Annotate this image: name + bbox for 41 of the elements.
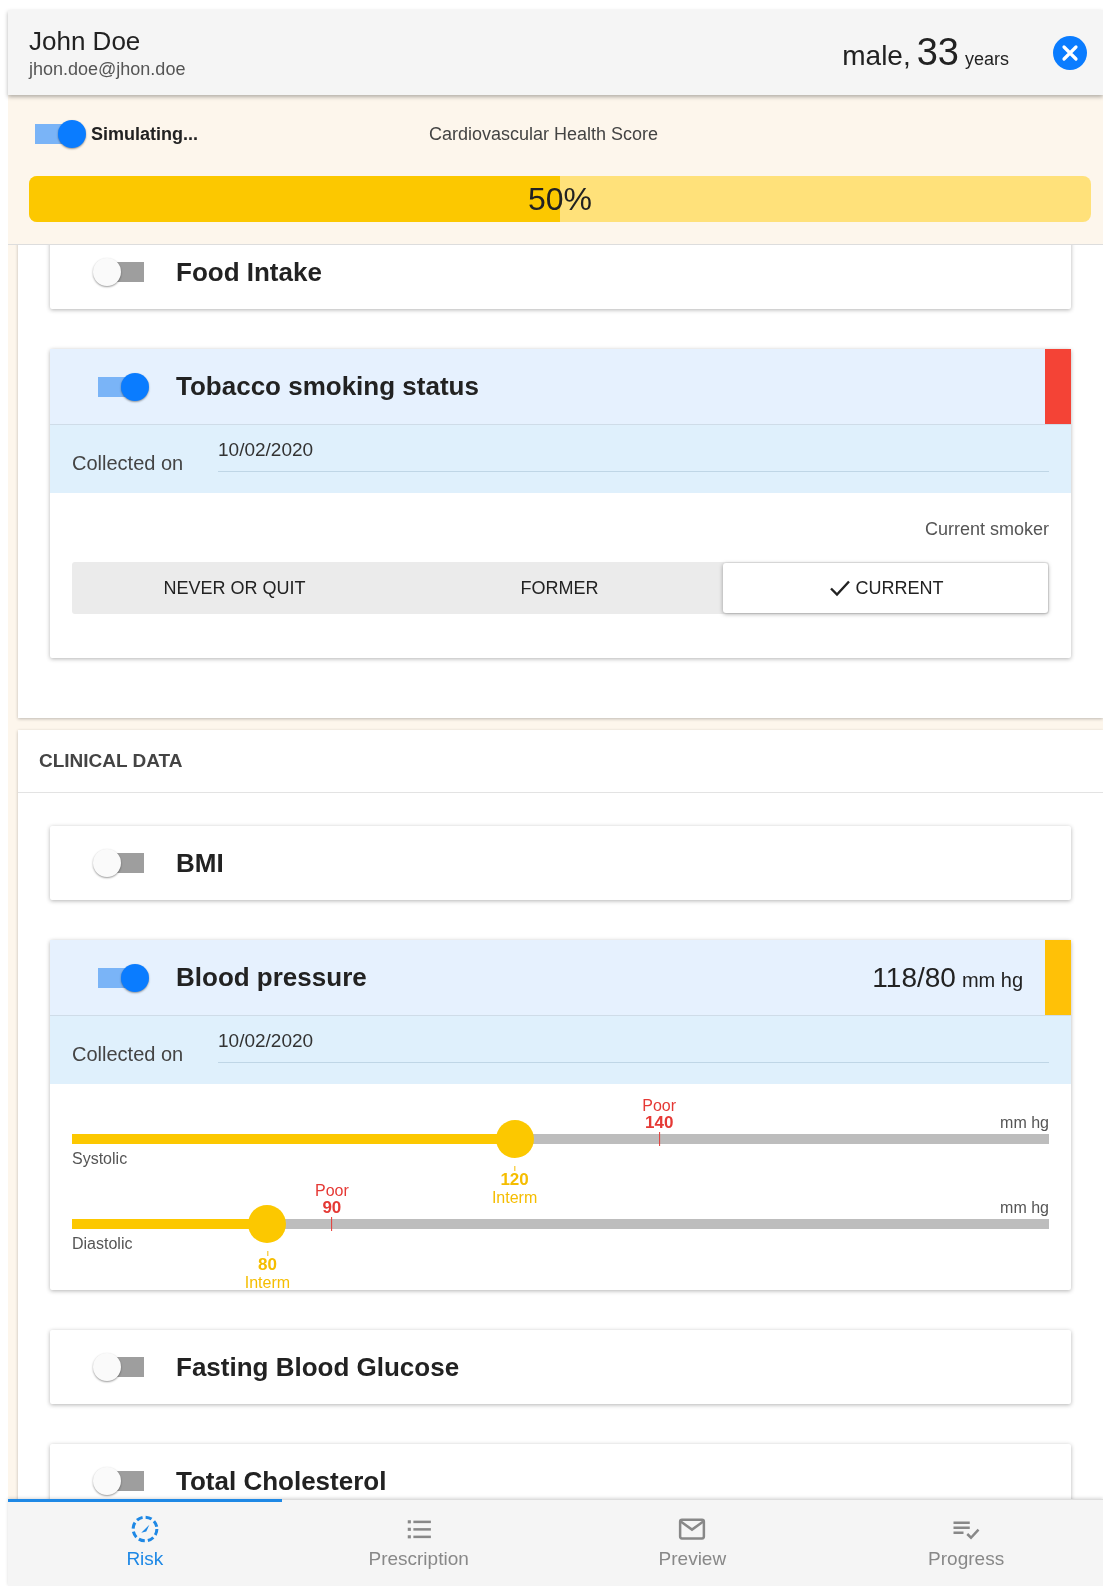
factor-title: Tobacco smoking status bbox=[176, 371, 480, 402]
option-button[interactable]: NEVER OR QUIT bbox=[72, 562, 397, 614]
score-title: Cardiovascular Health Score bbox=[429, 123, 659, 145]
patient-email: jhon.doe@jhon.doe bbox=[29, 58, 187, 80]
factor-title: Total Cholesterol bbox=[176, 1465, 388, 1497]
slider-unit: mm hg bbox=[1000, 1199, 1049, 1217]
patient-name: John Doe bbox=[29, 25, 142, 57]
collected-date-field[interactable]: 10/02/2020 bbox=[218, 1029, 1049, 1063]
collected-label: Collected on bbox=[72, 1042, 185, 1066]
slider-unit: mm hg bbox=[1000, 1114, 1049, 1132]
slider-thumb[interactable] bbox=[248, 1205, 287, 1243]
age-unit: years bbox=[965, 49, 1009, 70]
score-percent: 50% bbox=[527, 180, 592, 218]
reading-unit: mm hg bbox=[961, 968, 1023, 992]
section-heading: CLINICAL DATA bbox=[18, 730, 1103, 793]
slider-thumb[interactable] bbox=[495, 1120, 534, 1158]
slider-label: Diastolic bbox=[72, 1235, 133, 1253]
factor-title: Fasting Blood Glucose bbox=[176, 1351, 461, 1383]
factor-title: BMI bbox=[176, 847, 225, 879]
patient-age: 33 bbox=[916, 31, 959, 74]
marker-label: Poor bbox=[315, 1182, 349, 1199]
status-text: Current smoker bbox=[923, 519, 1049, 540]
option-button[interactable]: CURRENT bbox=[723, 563, 1048, 613]
simulating-label: Simulating... bbox=[91, 123, 198, 145]
factor-title: Food Intake bbox=[176, 256, 323, 288]
factor-reading: 118/80 bbox=[872, 961, 956, 994]
option-button[interactable]: FORMER bbox=[397, 562, 722, 614]
slider-value: 120 bbox=[500, 1171, 529, 1189]
collected-label: Collected on bbox=[72, 451, 185, 475]
factor-title: Blood pressure bbox=[176, 962, 368, 993]
slider-value-label: Interm bbox=[244, 1274, 291, 1291]
collected-date-field[interactable]: 10/02/2020 bbox=[218, 438, 1049, 472]
slider-value: 80 bbox=[257, 1256, 277, 1274]
slider-label: Systolic bbox=[72, 1150, 128, 1168]
marker-label: Poor bbox=[642, 1097, 677, 1114]
close-icon[interactable] bbox=[1053, 35, 1087, 70]
marker-value: 140 bbox=[645, 1114, 674, 1132]
marker-value: 90 bbox=[322, 1199, 342, 1217]
slider-value-label: Interm bbox=[491, 1189, 538, 1206]
gauge-icon bbox=[129, 1514, 160, 1544]
patient-sex: male, bbox=[842, 40, 911, 72]
